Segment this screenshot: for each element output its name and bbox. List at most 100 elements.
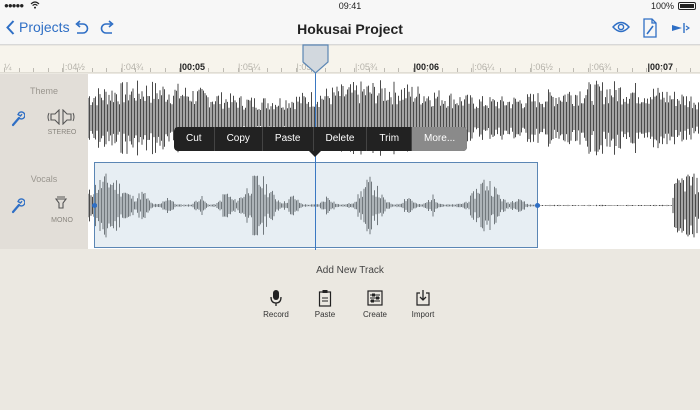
status-time: 09:41 [338, 1, 362, 11]
create-track-button[interactable]: Create [350, 289, 400, 319]
ruler-label: ¼ [4, 62, 12, 72]
ruler-tick [646, 68, 648, 72]
region-selection[interactable] [94, 162, 538, 248]
paste-track-button[interactable]: Paste [300, 289, 350, 319]
undo-icon[interactable] [73, 20, 89, 35]
wrench-icon[interactable] [11, 198, 25, 214]
redo-icon[interactable] [100, 20, 116, 35]
record-button[interactable]: Record [251, 289, 301, 319]
ruler-tick [369, 68, 370, 72]
paste-label: Paste [314, 310, 336, 319]
selection-start-handle[interactable] [92, 203, 97, 208]
ruler-tick [18, 68, 20, 72]
ruler-tick [135, 68, 137, 72]
ruler-label: |:06¼ [472, 62, 495, 72]
document-settings-icon[interactable] [642, 18, 658, 38]
stereo-speaker-icon [47, 109, 75, 125]
ruler-tick [398, 68, 400, 72]
ruler-label: |:05¾ [355, 62, 378, 72]
ruler-tick [252, 68, 254, 72]
ruler-tick [500, 68, 502, 72]
ruler-tick [617, 68, 619, 72]
track-header-theme[interactable]: Theme STEREO [0, 74, 88, 162]
ruler-tick [354, 68, 356, 72]
track-name: Theme [29, 86, 58, 96]
navigation-bar: Projects Hokusai Project [0, 12, 700, 45]
chevron-left-icon [6, 19, 15, 35]
ruler-tick [412, 68, 414, 72]
ruler-tick [427, 68, 429, 72]
status-bar: ●●●●● 09:41 100% [0, 0, 700, 12]
record-label: Record [263, 310, 289, 319]
ruler-tick [339, 68, 341, 72]
ruler-tick [208, 68, 210, 72]
ruler-tick [150, 68, 151, 72]
track-name: Vocals [30, 174, 58, 184]
ruler-tick [573, 68, 575, 72]
selection-end-handle[interactable] [535, 203, 540, 208]
menu-item-trim[interactable]: Trim [367, 127, 413, 151]
back-to-projects-button[interactable]: Projects [6, 19, 70, 35]
mono-speaker-icon [54, 196, 68, 209]
export-icon[interactable] [670, 21, 690, 35]
wrench-icon[interactable] [11, 111, 25, 127]
battery-icon [678, 2, 696, 10]
ruler-tick [471, 68, 473, 72]
ruler-label: |:04¾ [121, 62, 144, 72]
ruler-tick [661, 68, 662, 72]
ruler-tick [33, 68, 35, 72]
playhead-handle[interactable] [301, 44, 330, 74]
ruler-tick [47, 68, 49, 72]
track-type: STEREO [47, 129, 77, 136]
clipboard-icon [318, 290, 332, 307]
ruler-tick [529, 68, 531, 72]
ruler-label: |:06½ [530, 62, 553, 72]
ruler-tick [179, 68, 181, 72]
import-button[interactable]: Import [398, 289, 448, 319]
ruler-tick [296, 68, 297, 72]
import-icon [416, 290, 430, 306]
ruler-tick [602, 68, 604, 72]
add-new-track-title: Add New Track [316, 265, 384, 276]
ruler-tick [91, 68, 93, 72]
create-label: Create [362, 310, 387, 319]
ruler-tick [62, 68, 64, 72]
ruler-label: |:06¾ [589, 62, 612, 72]
ruler-tick [237, 68, 239, 72]
ruler-tick [631, 68, 633, 72]
ruler-tick [266, 68, 268, 72]
ruler-tick [675, 68, 677, 72]
ruler-tick [4, 68, 5, 72]
ruler-tick [442, 68, 443, 72]
menu-item-more[interactable]: More... [412, 127, 468, 151]
ruler-tick [164, 68, 166, 72]
ruler-tick [515, 68, 516, 72]
menu-item-cut[interactable]: Cut [174, 127, 215, 151]
ruler-tick [77, 68, 78, 72]
ruler-label: |:04½ [62, 62, 85, 72]
edit-context-menu: Cut Copy Paste Delete Trim More... [174, 127, 468, 151]
ruler-tick [456, 68, 458, 72]
microphone-icon [270, 290, 282, 306]
ruler-tick [383, 68, 385, 72]
mixer-icon [367, 290, 383, 306]
context-menu-arrow [309, 151, 321, 157]
timeline-ruler[interactable]: ¼ |:04½ |:04¾ |00:05 |:05¼ |:05½ |:05¾ |00:06 |:… [0, 46, 700, 73]
ruler-tick [193, 68, 195, 72]
eye-icon[interactable] [612, 21, 630, 33]
ruler-tick [485, 68, 487, 72]
ruler-label: |00:05 [179, 62, 206, 72]
track-type: MONO [51, 217, 73, 224]
menu-item-paste[interactable]: Paste [263, 127, 314, 151]
menu-item-copy[interactable]: Copy [215, 127, 263, 151]
ruler-tick [120, 68, 122, 72]
ruler-label: |:05¼ [238, 62, 261, 72]
track-header-vocals[interactable]: Vocals MONO [0, 162, 88, 249]
ruler-tick [690, 68, 692, 72]
menu-item-delete[interactable]: Delete [314, 127, 368, 151]
ruler-tick [223, 68, 224, 72]
ruler-tick [544, 68, 546, 72]
ruler-tick [281, 68, 283, 72]
ruler-label: |00:06 [413, 62, 440, 72]
import-label: Import [411, 310, 435, 319]
